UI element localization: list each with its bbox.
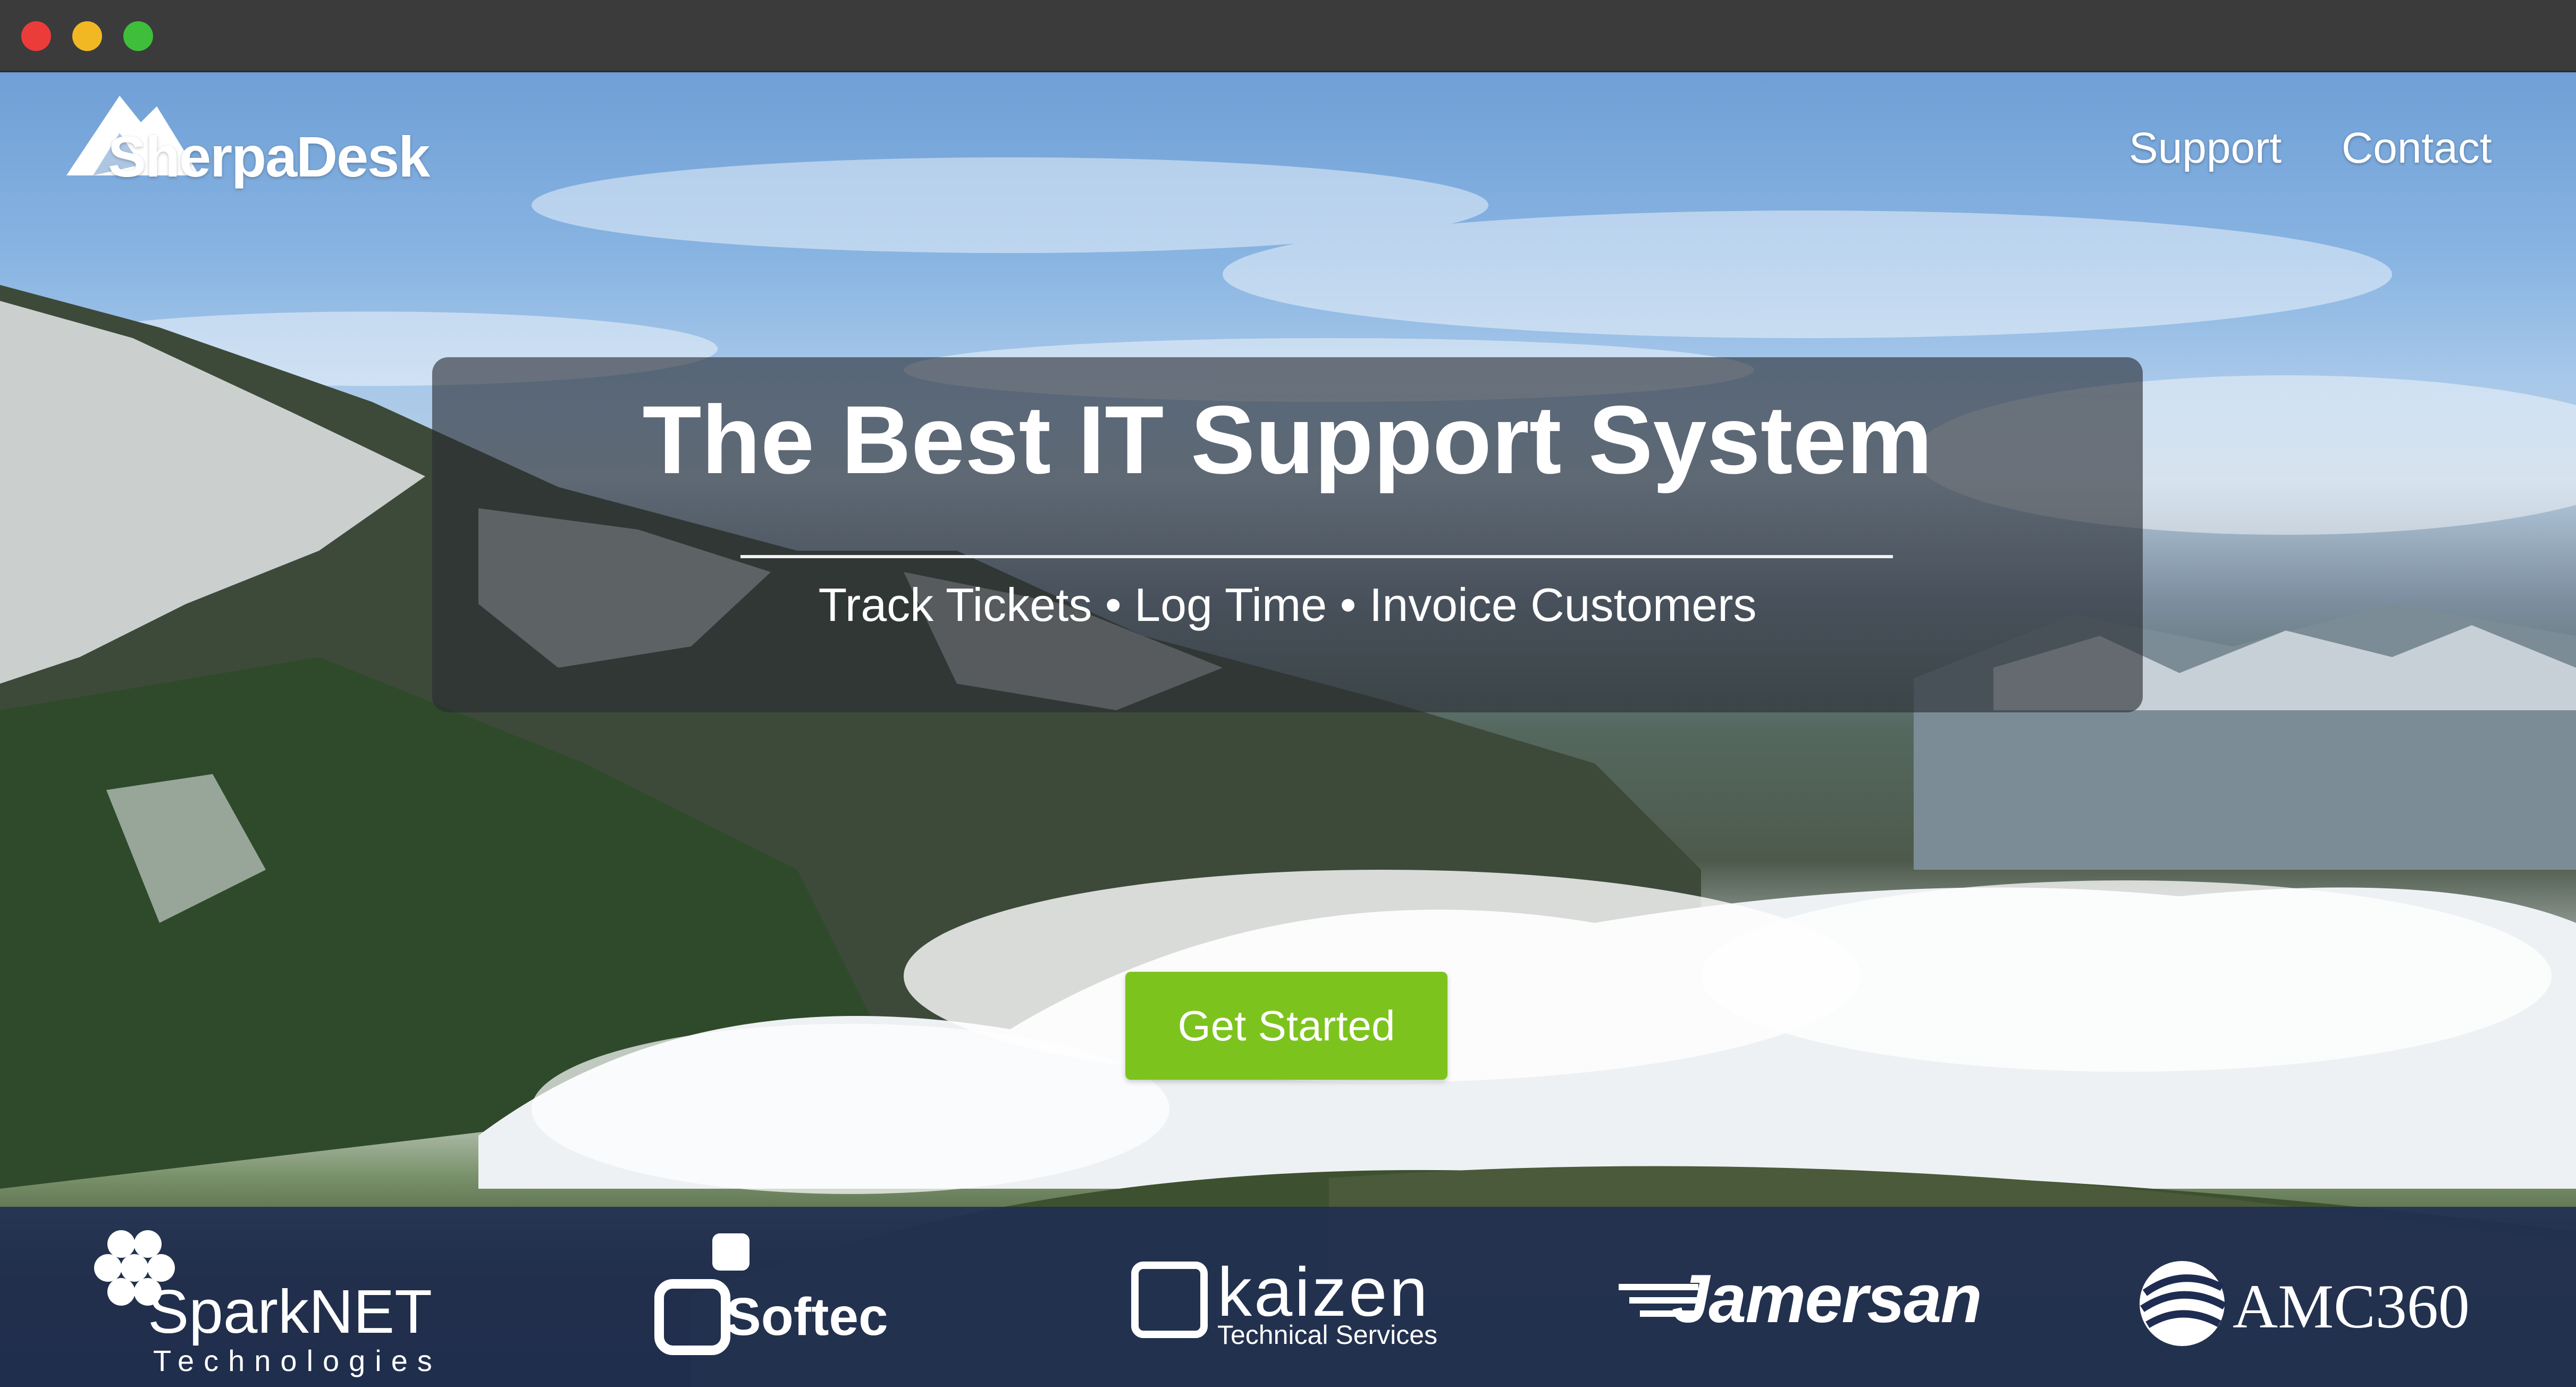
headline-divider	[740, 555, 1893, 558]
close-window-button[interactable]	[21, 21, 51, 51]
sherpadesk-logo[interactable]: SherpaDesk	[61, 85, 433, 191]
nav-support-link[interactable]: Support	[2129, 123, 2282, 173]
nav-contact-link[interactable]: Contact	[2342, 123, 2492, 173]
client-kaizen-sub: Technical Services	[1217, 1320, 1438, 1350]
amc360-logo-icon	[2140, 1261, 2227, 1346]
minimize-window-button[interactable]	[72, 21, 102, 51]
window-titlebar	[0, 0, 2576, 72]
client-jamersan-name: Jamersan	[1672, 1261, 1982, 1337]
hero-headline: The Best IT Support System	[642, 385, 1933, 494]
hero-background-image	[0, 72, 2576, 1387]
logo-text: SherpaDesk	[108, 124, 430, 189]
client-amc360-name: AMC360	[2233, 1272, 2470, 1341]
get-started-button[interactable]: Get Started	[1125, 972, 1447, 1080]
client-softec-name: Softec	[726, 1287, 888, 1347]
hero-headline-panel: The Best IT Support System Track Tickets…	[432, 357, 2143, 712]
kaizen-logo-icon	[1131, 1262, 1208, 1338]
maximize-window-button[interactable]	[123, 21, 153, 51]
hero-subline: Track Tickets • Log Time • Invoice Custo…	[818, 578, 1757, 631]
client-sparknet-sub: Technologies	[153, 1344, 442, 1377]
client-sparknet-name: SparkNET	[148, 1277, 433, 1346]
